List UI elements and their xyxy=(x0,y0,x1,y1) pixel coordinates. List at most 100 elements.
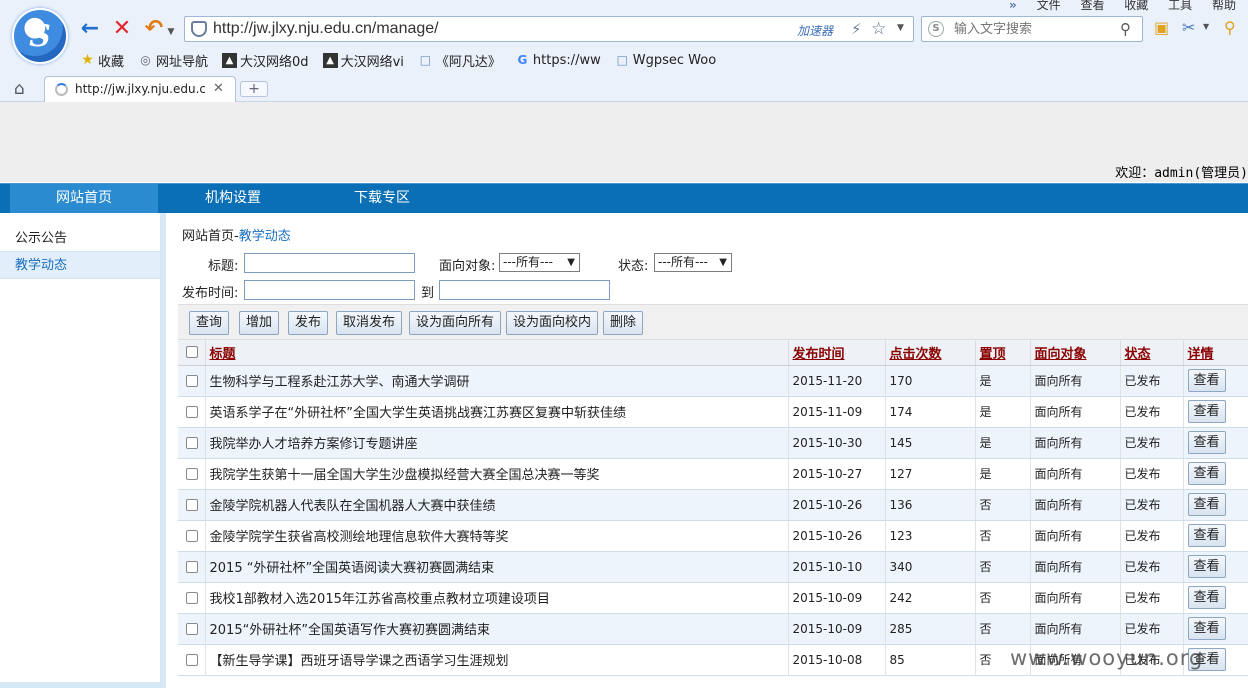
nav-home[interactable]: 网站首页 xyxy=(10,184,158,214)
bookmark-favorites[interactable]: ★ 收藏 xyxy=(80,51,124,70)
new-tab-button[interactable]: + xyxy=(240,81,268,97)
close-icon[interactable]: ✕ xyxy=(213,81,224,96)
chevron-down-icon[interactable]: ▼ xyxy=(897,23,904,33)
cell-date: 2015-10-10 xyxy=(788,551,886,583)
title-input[interactable] xyxy=(244,253,415,273)
search-icon[interactable]: ⚲ xyxy=(1120,20,1131,38)
cell-date: 2015-11-09 xyxy=(788,396,886,428)
query-button[interactable]: 查询 xyxy=(189,311,230,335)
publish-button[interactable]: 发布 xyxy=(288,311,329,335)
row-checkbox[interactable] xyxy=(186,406,198,418)
star-icon[interactable]: ☆ xyxy=(871,19,886,39)
publish-time-end-input[interactable] xyxy=(439,280,610,300)
view-button[interactable]: 查看 xyxy=(1187,369,1226,392)
browser-logo: S xyxy=(12,8,68,64)
view-button[interactable]: 查看 xyxy=(1187,400,1226,423)
bookmark-wgpsec[interactable]: □ Wgpsec Woo xyxy=(615,53,717,68)
view-button[interactable]: 查看 xyxy=(1187,493,1226,516)
target-label: 面向对象: xyxy=(439,259,496,274)
col-target[interactable]: 面向对象 xyxy=(1030,340,1121,366)
scissors-icon[interactable]: ✂ xyxy=(1182,18,1195,37)
home-icon[interactable]: ⌂ xyxy=(14,79,25,99)
menu-tools[interactable]: 工具 xyxy=(1168,0,1192,12)
set-public-button[interactable]: 设为面向所有 xyxy=(409,311,502,335)
cell-status: 已发布 xyxy=(1120,551,1184,583)
bookmark-https[interactable]: Ghttps://ww xyxy=(515,53,600,68)
tab-active[interactable]: http://jw.jlxy.nju.edu.cn ✕ xyxy=(44,76,236,102)
menu-more[interactable]: » xyxy=(1009,0,1017,12)
view-button[interactable]: 查看 xyxy=(1187,524,1226,547)
view-button[interactable]: 查看 xyxy=(1187,617,1226,640)
row-select-cell xyxy=(178,551,206,583)
back-arrow-icon[interactable]: ← xyxy=(78,16,102,41)
cell-title: 2015“外研社杯”全国英语写作大赛初赛圆满结束 xyxy=(205,613,789,645)
nav-org-settings[interactable]: 机构设置 xyxy=(159,184,307,214)
select-all-checkbox[interactable] xyxy=(186,346,198,359)
chevron-down-icon[interactable]: ▼ xyxy=(166,20,176,44)
col-status[interactable]: 状态 xyxy=(1120,340,1184,366)
sidebar-item-teaching-news[interactable]: 教学动态 xyxy=(0,252,160,279)
set-internal-button[interactable]: 设为面向校内 xyxy=(506,311,599,335)
cell-top: 是 xyxy=(975,396,1031,428)
col-detail: 详情 xyxy=(1183,340,1248,366)
unpublish-button[interactable]: 取消发布 xyxy=(336,311,403,335)
view-button[interactable]: 查看 xyxy=(1187,462,1226,485)
breadcrumb-home[interactable]: 网站首页- xyxy=(182,229,239,244)
delete-button[interactable]: 删除 xyxy=(603,311,644,335)
status-select[interactable]: ---所有--- ▼ xyxy=(654,253,732,272)
search-box[interactable]: S ⚲ xyxy=(921,16,1143,42)
add-button[interactable]: 增加 xyxy=(239,311,280,335)
browser-menu: » 文件 查看 收藏 工具 帮助 xyxy=(993,0,1236,13)
undo-icon[interactable]: ↶ xyxy=(142,16,166,41)
row-checkbox[interactable] xyxy=(186,375,198,387)
address-url[interactable]: http://jw.jlxy.nju.edu.cn/manage/ xyxy=(213,20,439,38)
row-checkbox[interactable] xyxy=(186,499,198,511)
view-button[interactable]: 查看 xyxy=(1187,431,1226,454)
page-header: 欢迎：admin(管理员) xyxy=(0,102,1248,182)
sidebar-item-notices[interactable]: 公示公告 xyxy=(0,225,160,252)
col-clicks[interactable]: 点击次数 xyxy=(885,340,976,366)
search-input[interactable] xyxy=(954,21,1114,37)
row-checkbox[interactable] xyxy=(186,592,198,604)
key-icon[interactable]: ⚲ xyxy=(1224,18,1236,37)
menu-file[interactable]: 文件 xyxy=(1037,0,1061,12)
col-title[interactable]: 标题 xyxy=(205,340,789,366)
bookmark-nav[interactable]: ◎ 网址导航 xyxy=(138,51,208,70)
cell-status: 已发布 xyxy=(1120,582,1184,614)
bookmark-dahan-2[interactable]: ▲ 大汉网络vi xyxy=(322,51,404,70)
row-checkbox[interactable] xyxy=(186,530,198,542)
cell-status: 已发布 xyxy=(1120,365,1184,397)
address-bar[interactable]: http://jw.jlxy.nju.edu.cn/manage/ 加速器 ⚡︎… xyxy=(184,16,914,42)
target-select[interactable]: ---所有--- ▼ xyxy=(499,253,580,272)
search-engine-icon[interactable]: S xyxy=(928,21,944,37)
publish-time-start-input[interactable] xyxy=(244,280,415,300)
row-select-cell xyxy=(178,613,206,645)
nav-downloads[interactable]: 下载专区 xyxy=(308,184,456,214)
cell-detail: 查看 xyxy=(1183,458,1248,490)
watermark: www.wooyun.org xyxy=(1010,646,1204,670)
stop-icon[interactable]: ✕ xyxy=(110,16,134,41)
menu-favorites[interactable]: 收藏 xyxy=(1124,0,1148,12)
bookmark-dahan-1[interactable]: ▲ 大汉网络0d xyxy=(222,51,309,70)
bookmark-avatar[interactable]: □ 《阿凡达》 xyxy=(418,51,501,70)
row-checkbox[interactable] xyxy=(186,468,198,480)
row-checkbox[interactable] xyxy=(186,654,198,666)
globe-icon: ◎ xyxy=(140,52,151,67)
menu-help[interactable]: 帮助 xyxy=(1212,0,1236,12)
row-checkbox[interactable] xyxy=(186,561,198,573)
breadcrumb-current: 教学动态 xyxy=(238,229,291,244)
view-button[interactable]: 查看 xyxy=(1187,555,1226,578)
menu-view[interactable]: 查看 xyxy=(1080,0,1104,12)
col-date[interactable]: 发布时间 xyxy=(788,340,886,366)
row-checkbox[interactable] xyxy=(186,437,198,449)
view-button[interactable]: 查看 xyxy=(1187,586,1226,609)
select-all-cell xyxy=(178,340,206,366)
col-top[interactable]: 置顶 xyxy=(975,340,1031,366)
accelerator-label[interactable]: 加速器 xyxy=(797,22,833,39)
login-icon[interactable]: ▣ xyxy=(1154,18,1169,37)
cell-status: 已发布 xyxy=(1120,613,1184,645)
sidebar-footer xyxy=(0,682,160,688)
lightning-icon[interactable]: ⚡︎ xyxy=(851,20,862,38)
row-checkbox[interactable] xyxy=(186,623,198,635)
chevron-down-icon[interactable]: ▼ xyxy=(1203,22,1209,31)
